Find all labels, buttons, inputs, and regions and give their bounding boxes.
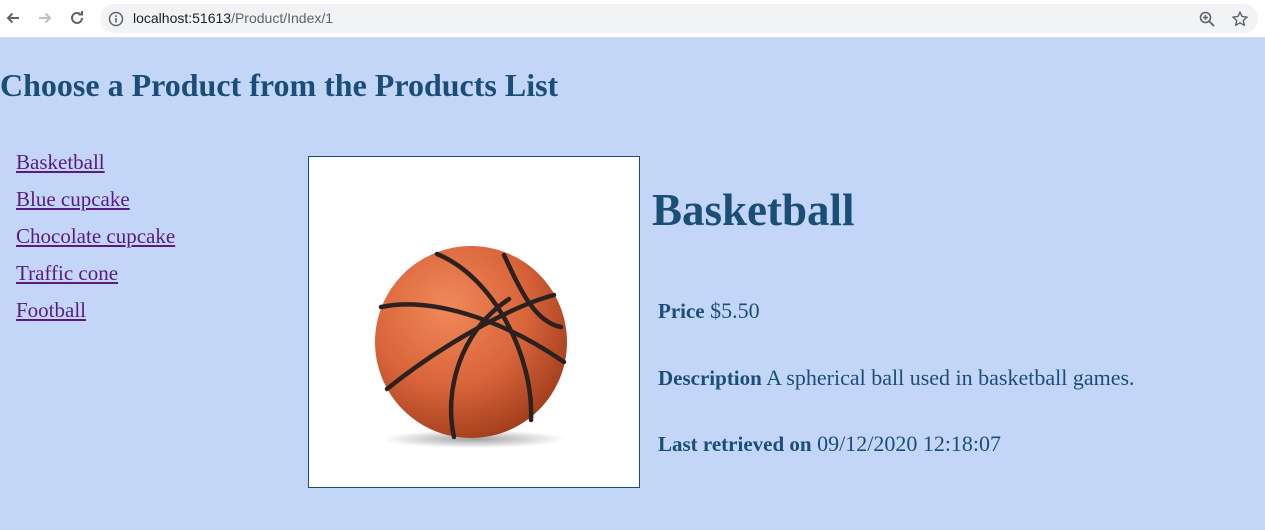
- description-label: Description: [658, 366, 762, 390]
- description-row: Description A spherical ball used in bas…: [658, 365, 1135, 391]
- product-link-chocolate-cupcake[interactable]: Chocolate cupcake: [16, 224, 175, 248]
- product-image: [308, 156, 640, 488]
- url-path: /Product/Index/1: [231, 10, 334, 26]
- list-item: Football: [16, 296, 175, 333]
- bookmark-star-icon[interactable]: [1231, 10, 1249, 28]
- list-item: Basketball: [16, 148, 175, 185]
- browser-toolbar: localhost:51613/Product/Index/1: [0, 0, 1265, 38]
- retrieved-row: Last retrieved on 09/12/2020 12:18:07: [658, 431, 1001, 457]
- retrieved-value: 09/12/2020 12:18:07: [817, 431, 1002, 456]
- product-link-basketball[interactable]: Basketball: [16, 150, 105, 174]
- info-icon[interactable]: [108, 11, 124, 27]
- retrieved-label: Last retrieved on: [658, 432, 812, 456]
- zoom-icon[interactable]: [1198, 10, 1216, 28]
- url-host: localhost:51613: [133, 10, 232, 26]
- product-link-football[interactable]: Football: [16, 298, 86, 322]
- url-text[interactable]: localhost:51613/Product/Index/1: [133, 10, 333, 26]
- list-item: Blue cupcake: [16, 185, 175, 222]
- list-item: Traffic cone: [16, 259, 175, 296]
- price-label: Price: [658, 299, 705, 323]
- forward-button[interactable]: [34, 7, 56, 29]
- product-list: Basketball Blue cupcake Chocolate cupcak…: [16, 148, 175, 333]
- product-name: Basketball: [652, 185, 855, 235]
- back-arrow-icon: [6, 12, 19, 24]
- price-value: $5.50: [710, 298, 760, 323]
- product-link-traffic-cone[interactable]: Traffic cone: [16, 261, 118, 285]
- page-title: Choose a Product from the Products List: [0, 67, 559, 103]
- reload-button[interactable]: [66, 7, 88, 29]
- price-row: Price $5.50: [658, 298, 760, 324]
- back-button[interactable]: [2, 7, 24, 29]
- reload-icon: [71, 11, 83, 24]
- list-item: Chocolate cupcake: [16, 222, 175, 259]
- description-value: A spherical ball used in basketball game…: [766, 365, 1135, 390]
- forward-arrow-icon: [39, 12, 52, 24]
- basketball-image: [375, 246, 567, 448]
- product-link-blue-cupcake[interactable]: Blue cupcake: [16, 187, 130, 211]
- address-bar[interactable]: localhost:51613/Product/Index/1: [100, 4, 1258, 33]
